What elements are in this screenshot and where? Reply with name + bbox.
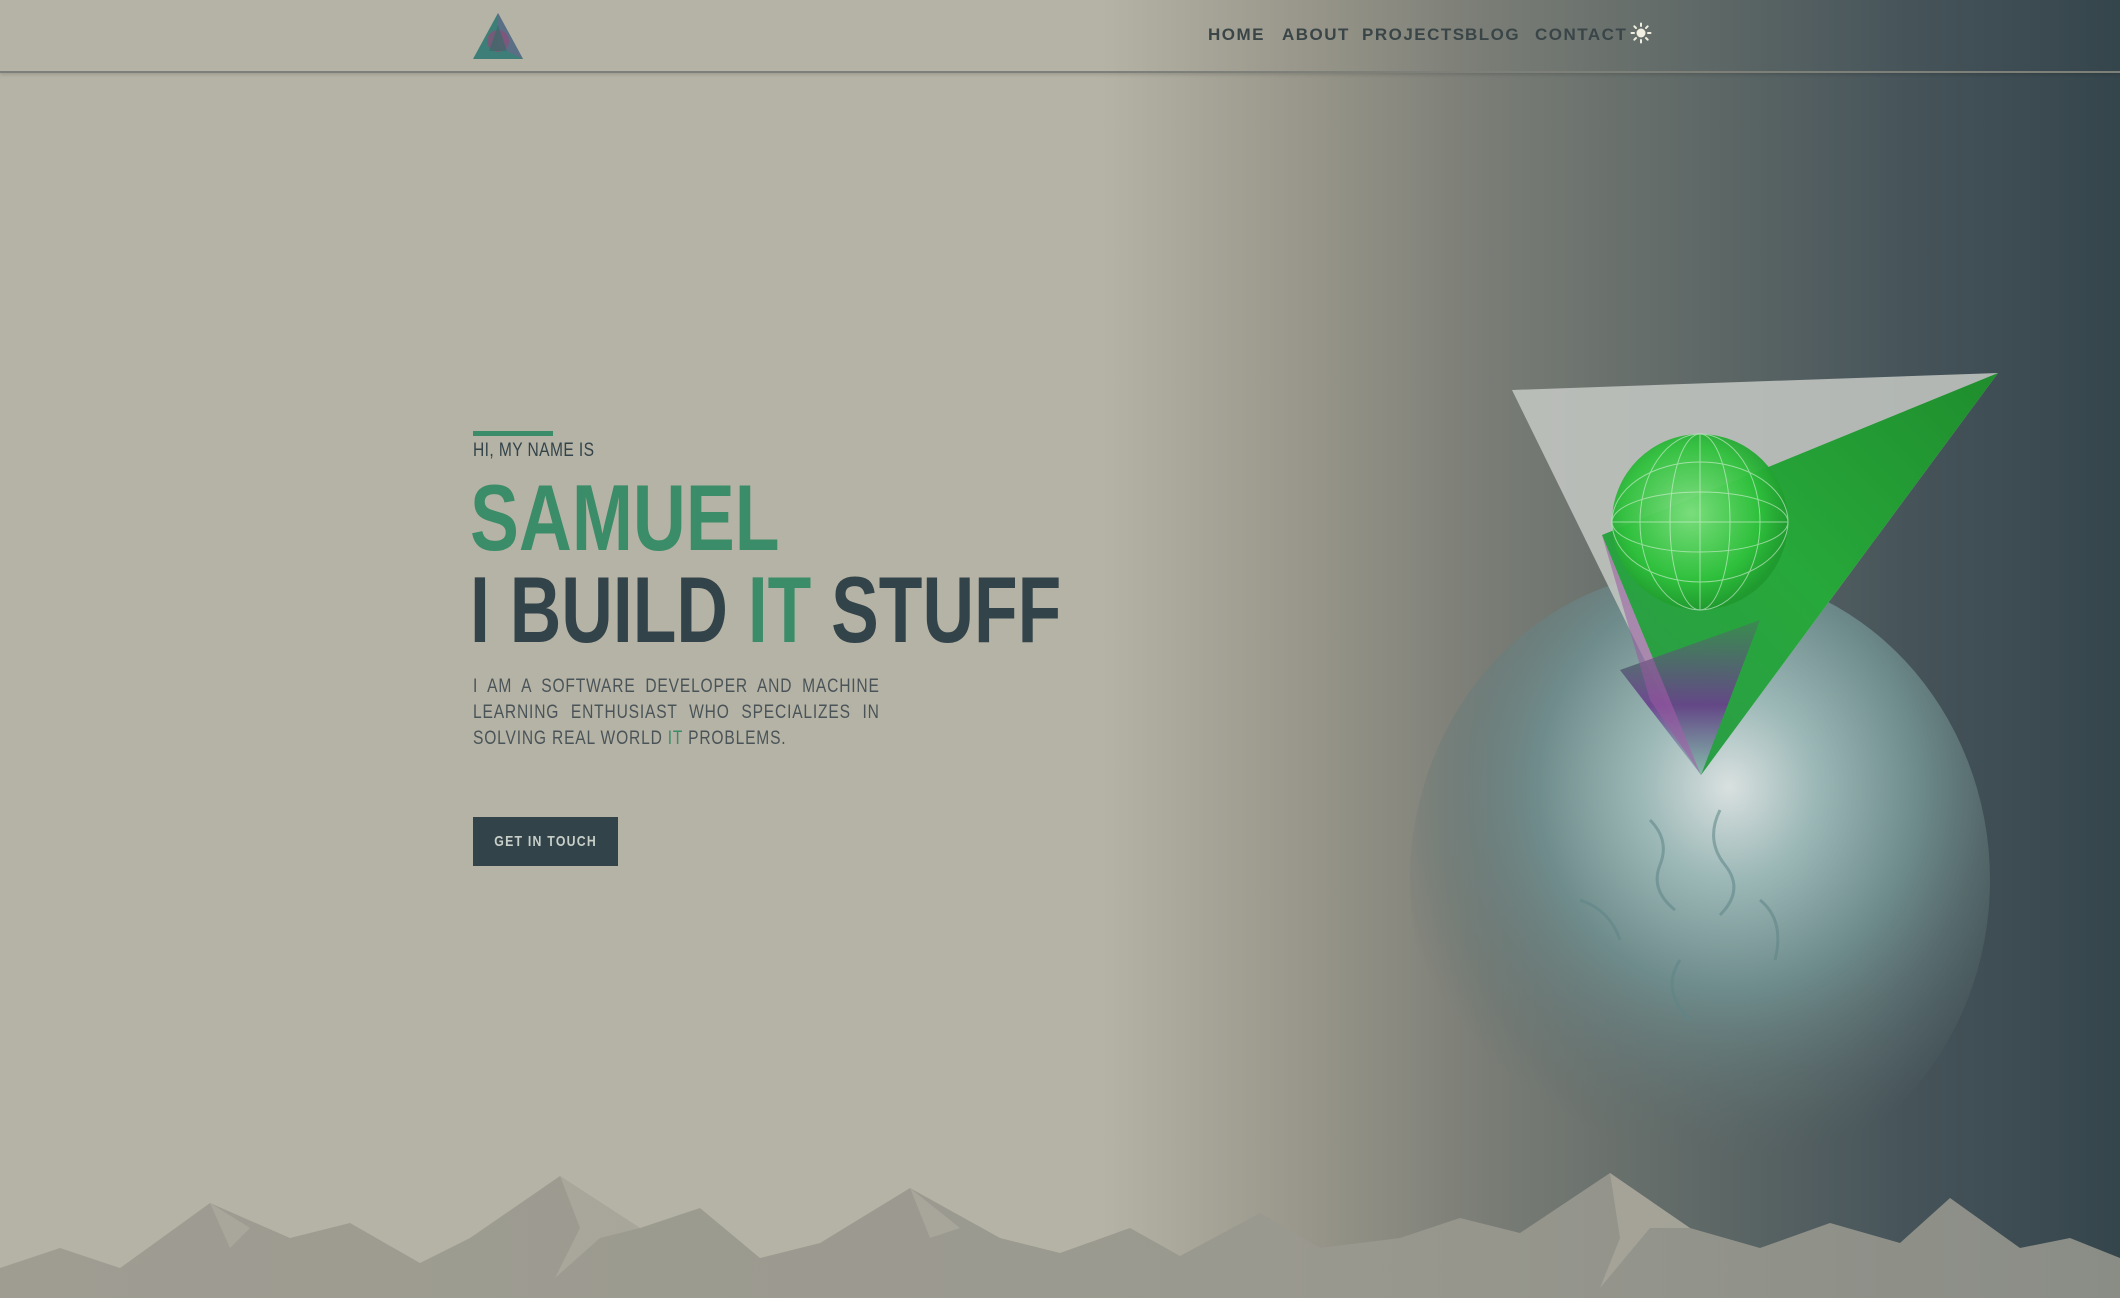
- intro-accent-bar: [473, 431, 553, 436]
- mountain-silhouette: [0, 1173, 2120, 1298]
- sun-icon[interactable]: [1630, 22, 1652, 44]
- get-in-touch-button[interactable]: GET IN TOUCH: [473, 817, 618, 866]
- site-header: HOME ABOUT PROJECTS BLOG CONTACT: [0, 0, 2120, 73]
- logo-icon[interactable]: [471, 11, 525, 61]
- nav-contact[interactable]: CONTACT: [1535, 25, 1627, 45]
- nav-about[interactable]: ABOUT: [1282, 25, 1350, 45]
- intro-text: HI, MY NAME IS: [473, 440, 595, 461]
- tagline-highlight: IT: [747, 557, 812, 662]
- hero-name: SAMUEL: [470, 465, 780, 570]
- hero-3d-artwork: [1410, 373, 1998, 1190]
- tagline-text-end: STUFF: [811, 557, 1062, 662]
- hero-tagline: I BUILD IT STUFF: [470, 560, 1061, 660]
- description-highlight: IT: [667, 728, 683, 749]
- get-in-touch-label: GET IN TOUCH: [494, 833, 597, 850]
- tagline-text-start: I BUILD: [470, 557, 748, 662]
- nav-home[interactable]: HOME: [1208, 25, 1265, 45]
- nav-blog[interactable]: BLOG: [1465, 25, 1520, 45]
- description-text-end: PROBLEMS.: [682, 728, 787, 749]
- nav-projects[interactable]: PROJECTS: [1362, 25, 1466, 45]
- hero-description: I AM A SOFTWARE DEVELOPER AND MACHINE LE…: [473, 674, 880, 752]
